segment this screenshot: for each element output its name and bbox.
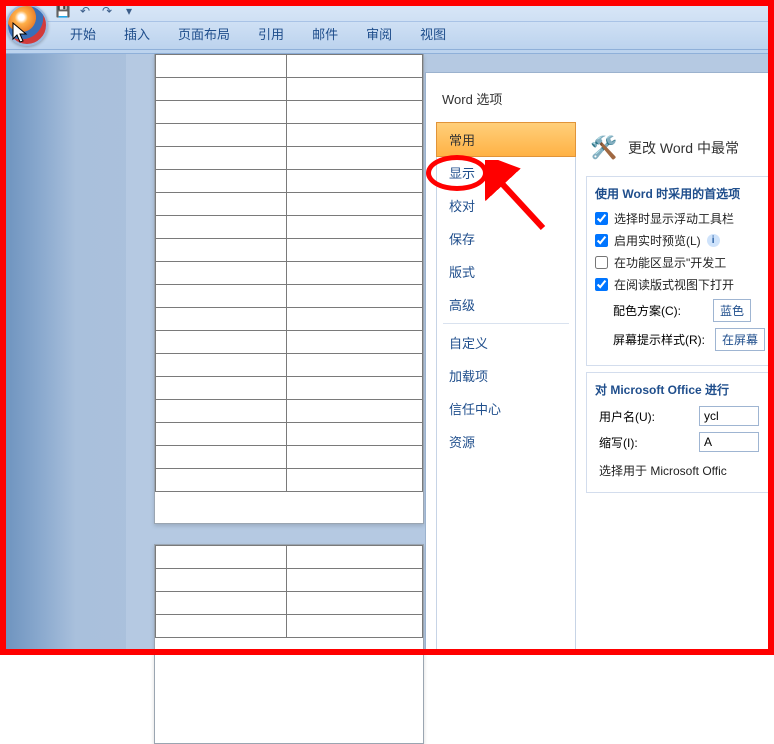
checkbox-reading-view[interactable] — [595, 278, 608, 291]
document-stage: Word 选项 常用 显示 校对 保存 版式 高级 自定义 加载项 信任中心 资… — [6, 54, 768, 649]
qat-undo-icon[interactable]: ↶ — [76, 2, 94, 20]
nav-general[interactable]: 常用 — [436, 122, 576, 157]
office-button[interactable] — [6, 4, 48, 46]
table-row — [156, 124, 423, 147]
label-live-preview: 启用实时预览(L) — [614, 232, 701, 249]
qat-dropdown-icon[interactable]: ▾ — [120, 2, 138, 20]
username-input[interactable] — [699, 406, 759, 426]
info-icon[interactable]: i — [707, 234, 720, 247]
tab-insert[interactable]: 插入 — [110, 19, 164, 49]
opt-live-preview[interactable]: 启用实时预览(L) i — [595, 232, 773, 249]
nav-trust-center[interactable]: 信任中心 — [437, 392, 575, 425]
label-reading-view: 在阅读版式视图下打开 — [614, 276, 734, 293]
checkbox-developer-tab[interactable] — [595, 256, 608, 269]
section-preferences: 使用 Word 时采用的首选项 选择时显示浮动工具栏 启用实时预览(L) i 在… — [586, 176, 773, 366]
qat-save-icon[interactable]: 💾 — [54, 2, 72, 20]
table-row — [156, 193, 423, 216]
nav-save[interactable]: 保存 — [437, 222, 575, 255]
color-scheme-select[interactable]: 蓝色 — [713, 299, 751, 322]
quick-access-toolbar: 💾 ↶ ↷ ▾ — [54, 2, 138, 20]
opt-mini-toolbar[interactable]: 选择时显示浮动工具栏 — [595, 210, 773, 227]
tab-home[interactable]: 开始 — [56, 19, 110, 49]
label-mini-toolbar: 选择时显示浮动工具栏 — [614, 210, 734, 227]
table-row — [156, 546, 423, 569]
options-heading: 更改 Word 中最常 — [628, 138, 739, 158]
table-row — [156, 423, 423, 446]
color-scheme-label: 配色方案(C): — [613, 302, 703, 319]
tools-icon: 🛠️ — [588, 132, 620, 164]
opt-reading-view[interactable]: 在阅读版式视图下打开 — [595, 276, 773, 293]
screentip-label: 屏幕提示样式(R): — [613, 331, 705, 348]
nav-customize[interactable]: 自定义 — [437, 326, 575, 359]
ribbon-tabs: 开始 插入 页面布局 引用 邮件 审阅 视图 — [0, 22, 774, 50]
table-row — [156, 569, 423, 592]
title-bar: 💾 ↶ ↷ ▾ — [0, 0, 774, 22]
table-row — [156, 216, 423, 239]
label-developer-tab: 在功能区显示"开发工 — [614, 254, 726, 271]
options-nav: 常用 显示 校对 保存 版式 高级 自定义 加载项 信任中心 资源 — [436, 122, 576, 653]
tab-review[interactable]: 审阅 — [352, 19, 406, 49]
table-row — [156, 446, 423, 469]
opt-developer-tab[interactable]: 在功能区显示"开发工 — [595, 254, 773, 271]
tab-references[interactable]: 引用 — [244, 19, 298, 49]
initials-input[interactable] — [699, 432, 759, 452]
screentip-select[interactable]: 在屏幕 — [715, 328, 765, 351]
table-row — [156, 592, 423, 615]
nav-resources[interactable]: 资源 — [437, 425, 575, 458]
table-row — [156, 101, 423, 124]
table-row — [156, 377, 423, 400]
table-row — [156, 262, 423, 285]
nav-display[interactable]: 显示 — [437, 156, 575, 189]
initials-label: 缩写(I): — [599, 434, 689, 451]
page-2 — [154, 544, 424, 744]
table-row — [156, 400, 423, 423]
document-table[interactable] — [155, 54, 423, 492]
nav-proofing[interactable]: 校对 — [437, 189, 575, 222]
page-1 — [154, 54, 424, 524]
table-row — [156, 354, 423, 377]
table-row — [156, 147, 423, 170]
table-row — [156, 78, 423, 101]
table-row — [156, 308, 423, 331]
nav-layout[interactable]: 版式 — [437, 255, 575, 288]
personalize-footer: 选择用于 Microsoft Offic — [599, 462, 727, 479]
word-options-dialog: Word 选项 常用 显示 校对 保存 版式 高级 自定义 加载项 信任中心 资… — [425, 72, 774, 653]
tab-mailings[interactable]: 邮件 — [298, 19, 352, 49]
qat-redo-icon[interactable]: ↷ — [98, 2, 116, 20]
table-row — [156, 285, 423, 308]
nav-addins[interactable]: 加载项 — [437, 359, 575, 392]
nav-advanced[interactable]: 高级 — [437, 288, 575, 321]
section-personalize: 对 Microsoft Office 进行 用户名(U): 缩写(I): 选择用… — [586, 372, 773, 493]
section-head-1: 使用 Word 时采用的首选项 — [595, 185, 773, 202]
table-row — [156, 615, 423, 638]
checkbox-live-preview[interactable] — [595, 234, 608, 247]
section-head-2: 对 Microsoft Office 进行 — [595, 381, 773, 398]
dialog-title: Word 选项 — [426, 73, 773, 122]
table-row — [156, 55, 423, 78]
document-table[interactable] — [155, 545, 423, 638]
table-row — [156, 331, 423, 354]
table-row — [156, 469, 423, 492]
username-label: 用户名(U): — [599, 408, 689, 425]
checkbox-mini-toolbar[interactable] — [595, 212, 608, 225]
tab-page-layout[interactable]: 页面布局 — [164, 19, 244, 49]
options-content: 🛠️ 更改 Word 中最常 使用 Word 时采用的首选项 选择时显示浮动工具… — [576, 122, 773, 653]
table-row — [156, 170, 423, 193]
table-row — [156, 239, 423, 262]
tab-view[interactable]: 视图 — [406, 19, 460, 49]
